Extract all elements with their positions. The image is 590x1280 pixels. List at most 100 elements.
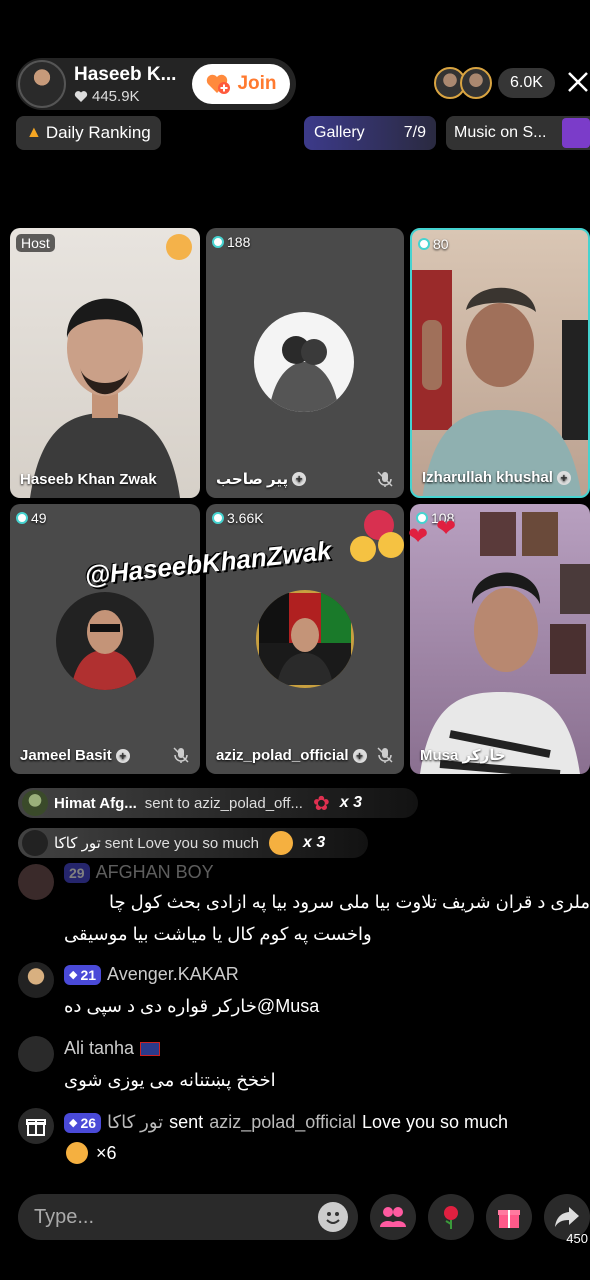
guest-tile-3[interactable]: 80 Izharullah khushal + [410, 228, 590, 498]
level-badge: ◆ 21 [64, 964, 102, 985]
level-number: 29 [69, 864, 85, 881]
fire-icon: ▲ [26, 124, 42, 141]
close-icon[interactable] [566, 70, 590, 94]
gift-text: sent Love you so much [104, 834, 260, 852]
mic-off-icon [377, 747, 393, 763]
heart-plus-icon [207, 74, 231, 94]
heart-emoji-icon [166, 234, 192, 260]
share-icon [555, 1207, 579, 1227]
gift-multiplier: ×6 [96, 1142, 117, 1163]
tile-name: Haseeb Khan Zwak [20, 471, 157, 488]
guest-avatar [254, 312, 354, 412]
guests-button[interactable] [370, 1194, 416, 1240]
follow-plus-icon[interactable]: + [352, 748, 367, 763]
level-badge: 29 [64, 862, 90, 883]
chat-input-placeholder: Type... [34, 1205, 95, 1228]
chat-username: Ali tanha [64, 1038, 135, 1058]
chat-username: تور کاکا [107, 1112, 164, 1132]
gift-text: sent to aziz_polad_off... [144, 794, 303, 812]
chat-text: ملری د قران شریف تلاوت بیا ملی سرود بیا … [109, 892, 590, 912]
follow-plus-icon[interactable]: + [556, 470, 571, 485]
share-count: 450 [566, 1231, 588, 1246]
host-tag: Host [16, 234, 55, 252]
guest-video-figure [412, 270, 588, 496]
tile-name: Izharullah khushal [422, 469, 553, 486]
rose-icon [444, 1206, 458, 1229]
uk-flag-icon [140, 1041, 161, 1056]
chat-text: اخخخ پښتنانه می یوزی شوی [64, 1070, 276, 1090]
rose-gift-icon: ✿ [312, 792, 330, 815]
gift-multiplier: x 3 [303, 834, 326, 851]
sender-avatar [22, 790, 48, 816]
live-dot-icon [212, 236, 224, 248]
tile-count: 3.66K [227, 510, 264, 526]
viewer-avatar[interactable] [460, 67, 492, 99]
gallery-count: 7/9 [403, 124, 426, 141]
gift-banner: تور کاکا sent Love you so much x 3 [18, 828, 368, 858]
crying-emoji-icon [350, 536, 376, 562]
chat-avatar[interactable] [18, 1036, 54, 1072]
music-pill[interactable]: Music on S... [446, 116, 590, 150]
gift-sender: Himat Afg... [54, 794, 137, 812]
rose-button[interactable] [428, 1194, 474, 1240]
tile-name: aziz_polad_official [216, 747, 349, 764]
level-number: 21 [80, 966, 97, 983]
chat-text: خارکر قواره دی د سپی ده@Musa [64, 996, 320, 1016]
diamond-icon: ◆ [69, 969, 78, 981]
guest-video-figure [420, 512, 590, 774]
follow-plus-icon[interactable]: + [292, 472, 307, 486]
chat-avatar[interactable] [18, 864, 54, 900]
chat-text: واخست په کوم کال یا میاشت بیا موسیقی [64, 924, 372, 944]
guest-avatar [256, 590, 354, 688]
join-label: Join [237, 73, 277, 94]
share-button[interactable]: 450 [544, 1194, 590, 1246]
join-button[interactable]: Join [192, 64, 290, 104]
music-label: Music on S... [454, 124, 547, 141]
guest-tile-host[interactable]: Host Haseeb Khan Zwak [10, 228, 200, 498]
guest-avatar [56, 592, 154, 690]
tile-name: Jameel Basit [20, 747, 112, 764]
love-gift-icon [66, 1142, 88, 1164]
daily-ranking-pill[interactable]: ▲ Daily Ranking [16, 116, 161, 150]
daily-ranking-label: Daily Ranking [45, 123, 151, 142]
chat-input[interactable]: Type... [18, 1194, 358, 1240]
gift-target: aziz_polad_official [209, 1112, 356, 1132]
chat-avatar[interactable] [18, 962, 54, 998]
broken-heart-icon: ❤ [408, 523, 429, 550]
live-dot-icon [16, 512, 28, 524]
diamond-icon: ◆ [69, 1117, 78, 1129]
live-dot-icon [212, 512, 224, 524]
guest-tile-6[interactable]: 108 Musa خارکر [410, 504, 590, 774]
gift-name: Love you so much [361, 1112, 509, 1132]
host-avatar[interactable] [18, 60, 66, 108]
tile-count: 49 [31, 510, 47, 526]
guest-tile-2[interactable]: 188 پیر صاحب + [206, 228, 404, 498]
guest-tile-4[interactable]: 49 Jameel Basit + [10, 504, 200, 774]
host-likes-count: 445.9K [92, 87, 140, 105]
tile-count: 80 [433, 236, 449, 252]
gift-button[interactable] [486, 1194, 532, 1240]
emoji-icon[interactable] [318, 1202, 348, 1232]
gift-sent-word: sent [169, 1112, 204, 1132]
chat-username: Avenger.KAKAR [107, 964, 239, 984]
tile-name: پیر صاحب [216, 471, 289, 488]
chat-message: Ali tanha اخخخ پښتنانه می یوزی شوی [18, 1036, 590, 1096]
gift-multiplier: x 3 [339, 794, 362, 811]
host-name: Haseeb K... [74, 63, 177, 85]
tile-count: 188 [227, 234, 251, 250]
music-badge-icon [562, 118, 590, 148]
gift-banner: Himat Afg... sent to aziz_polad_off... ✿… [18, 788, 418, 818]
level-badge: ◆ 26 [64, 1112, 102, 1133]
top-viewers[interactable]: 6.0K [434, 66, 555, 100]
heart-icon [74, 90, 88, 102]
follow-plus-icon[interactable]: + [115, 748, 130, 763]
host-video-figure [30, 298, 180, 498]
love-gift-icon [269, 831, 294, 855]
sender-avatar [22, 830, 48, 856]
chat-message: ◆ 21 Avenger.KAKAR خارکر قواره دی د سپی د… [18, 962, 590, 1022]
chat-gift-message: ◆ 26 تور کاکا sent aziz_polad_official Lo… [18, 1108, 590, 1168]
viewer-count[interactable]: 6.0K [498, 68, 555, 98]
gallery-pill[interactable]: Gallery 7/9 [304, 116, 436, 150]
mic-off-icon [377, 471, 393, 487]
host-info-pill[interactable]: Haseeb K... 445.9K Join [16, 58, 296, 110]
